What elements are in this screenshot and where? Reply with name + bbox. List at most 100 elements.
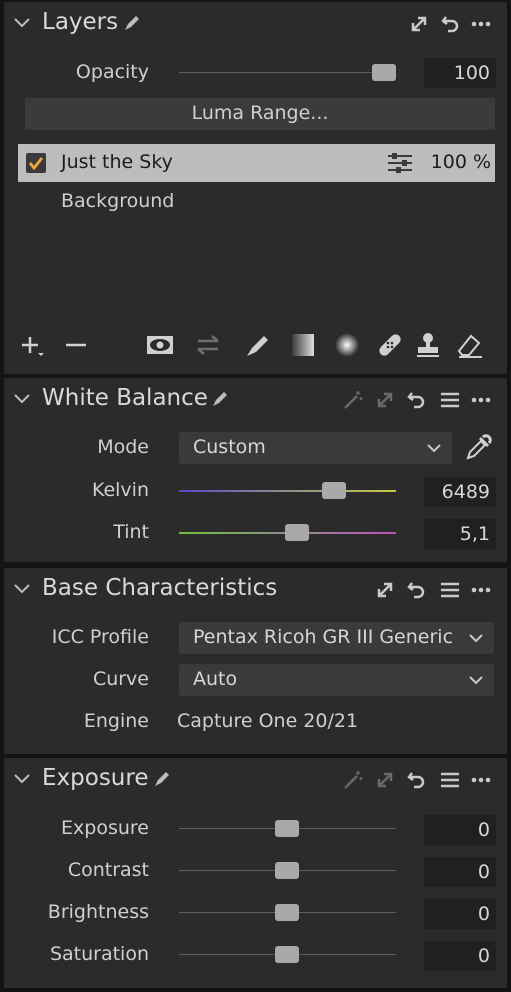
chevron-down-icon[interactable] — [12, 392, 32, 406]
mode-value: Custom — [193, 436, 266, 458]
engine-value: Capture One 20/21 — [177, 710, 359, 732]
panel-title-white-balance: White Balance — [42, 385, 208, 411]
opacity-slider[interactable] — [179, 64, 396, 82]
panel-title-exposure: Exposure — [42, 765, 149, 791]
kelvin-slider[interactable] — [179, 482, 396, 500]
mode-label: Mode — [97, 436, 149, 458]
swap-icon[interactable] — [194, 331, 222, 359]
exposure-panel: Exposure Exposure 0 Contrast 0 Brightnes… — [4, 758, 507, 988]
icc-profile-dropdown[interactable]: Pentax Ricoh GR III Generic — [179, 622, 494, 654]
engine-label: Engine — [83, 710, 149, 732]
pencil-icon[interactable] — [152, 769, 172, 789]
menu-icon[interactable] — [439, 769, 461, 791]
reset-icon[interactable] — [406, 579, 428, 601]
layer-row-just-the-sky[interactable]: Just the Sky 100 % — [18, 144, 495, 182]
slider-thumb[interactable] — [275, 820, 299, 837]
brightness-value-field[interactable]: 0 — [424, 899, 496, 929]
base-characteristics-header[interactable]: Base Characteristics — [4, 568, 507, 612]
layer-adjust-icon[interactable] — [387, 152, 413, 174]
saturation-label: Saturation — [49, 943, 149, 965]
kelvin-value-field[interactable]: 6489 — [424, 477, 496, 507]
layers-panel: Layers Opacity 100 Luma Range... Just th… — [4, 2, 507, 374]
curve-dropdown[interactable]: Auto — [179, 664, 494, 696]
linear-gradient-icon[interactable] — [289, 331, 317, 359]
exposure-value-field[interactable]: 0 — [424, 815, 496, 845]
more-options-icon[interactable] — [470, 389, 492, 411]
icc-profile-value: Pentax Ricoh GR III Generic — [193, 626, 454, 648]
opacity-value-field[interactable]: 100 — [424, 58, 496, 88]
slider-thumb[interactable] — [372, 64, 396, 81]
chevron-down-icon[interactable] — [12, 16, 32, 30]
healing-icon[interactable] — [376, 331, 404, 359]
curve-label: Curve — [92, 668, 149, 690]
layer-row-background[interactable]: Background — [61, 190, 174, 212]
tint-value-field[interactable]: 5,1 — [424, 519, 496, 549]
eye-icon[interactable] — [146, 331, 174, 359]
icc-profile-label: ICC Profile — [51, 626, 149, 648]
pencil-icon[interactable] — [122, 13, 142, 33]
radial-gradient-icon[interactable] — [333, 331, 361, 359]
clone-stamp-icon[interactable] — [414, 331, 442, 359]
menu-icon[interactable] — [439, 389, 461, 411]
tint-label: Tint — [113, 521, 149, 543]
more-options-icon[interactable] — [470, 769, 492, 791]
slider-track — [179, 72, 396, 73]
exposure-slider[interactable] — [179, 820, 396, 838]
contrast-slider[interactable] — [179, 862, 396, 880]
layer-checkbox[interactable] — [26, 153, 46, 173]
chevron-down-icon — [427, 444, 441, 453]
chevron-down-icon[interactable] — [12, 772, 32, 786]
add-layer-icon[interactable] — [18, 331, 46, 359]
slider-thumb[interactable] — [275, 904, 299, 921]
more-options-icon[interactable] — [470, 579, 492, 601]
kelvin-track — [179, 490, 396, 492]
saturation-slider[interactable] — [179, 946, 396, 964]
slider-thumb[interactable] — [322, 482, 346, 499]
auto-adjust-icon[interactable] — [342, 769, 364, 791]
contrast-label: Contrast — [67, 859, 149, 881]
base-characteristics-panel: Base Characteristics ICC Profile Pentax … — [4, 568, 507, 754]
layer-opacity-value: 100 % — [430, 151, 491, 173]
white-balance-header[interactable]: White Balance — [4, 378, 507, 422]
exposure-header[interactable]: Exposure — [4, 758, 507, 802]
brush-icon[interactable] — [244, 331, 272, 359]
slider-thumb[interactable] — [285, 524, 309, 541]
expand-icon[interactable] — [374, 389, 396, 411]
menu-icon[interactable] — [439, 579, 461, 601]
chevron-down-icon[interactable] — [12, 582, 32, 596]
reset-icon[interactable] — [406, 389, 428, 411]
auto-adjust-icon[interactable] — [342, 389, 364, 411]
panel-title-layers: Layers — [42, 9, 119, 35]
brightness-label: Brightness — [47, 901, 149, 923]
chevron-down-icon — [469, 676, 483, 685]
more-options-icon[interactable] — [470, 13, 492, 35]
mode-dropdown[interactable]: Custom — [179, 432, 452, 464]
kelvin-label: Kelvin — [91, 479, 149, 501]
layers-header[interactable]: Layers — [4, 2, 507, 46]
chevron-down-icon — [469, 634, 483, 643]
contrast-value-field[interactable]: 0 — [424, 857, 496, 887]
opacity-label: Opacity — [75, 61, 149, 83]
exposure-label: Exposure — [61, 817, 149, 839]
reset-icon[interactable] — [406, 769, 428, 791]
saturation-value-field[interactable]: 0 — [424, 941, 496, 971]
brightness-slider[interactable] — [179, 904, 396, 922]
expand-icon[interactable] — [408, 13, 430, 35]
checkmark-icon — [28, 157, 44, 171]
eyedropper-icon[interactable] — [464, 434, 492, 462]
expand-icon[interactable] — [374, 579, 396, 601]
curve-value: Auto — [193, 668, 238, 690]
slider-thumb[interactable] — [275, 946, 299, 963]
layer-name: Just the Sky — [61, 151, 173, 173]
panel-title-base-characteristics: Base Characteristics — [42, 575, 278, 601]
expand-icon[interactable] — [374, 769, 396, 791]
slider-thumb[interactable] — [275, 862, 299, 879]
luma-range-button[interactable]: Luma Range... — [25, 98, 495, 130]
pencil-icon[interactable] — [210, 389, 230, 409]
white-balance-panel: White Balance Mode Custom Kelvin 6489 Ti… — [4, 378, 507, 562]
remove-layer-icon[interactable] — [62, 331, 90, 359]
eraser-icon[interactable] — [456, 331, 484, 359]
luma-range-label: Luma Range... — [191, 102, 329, 124]
reset-icon[interactable] — [440, 13, 462, 35]
tint-slider[interactable] — [179, 524, 396, 542]
